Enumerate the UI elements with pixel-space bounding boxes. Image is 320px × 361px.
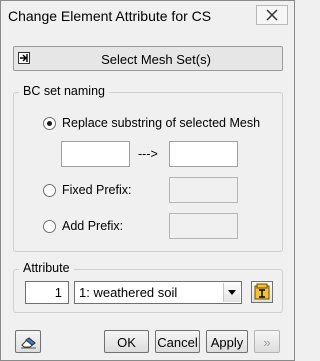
replace-from-input[interactable] bbox=[61, 141, 130, 167]
fixed-prefix-input[interactable] bbox=[169, 177, 238, 203]
fixed-prefix-radio[interactable] bbox=[43, 184, 56, 197]
dialog-window: Change Element Attribute for CS Select M… bbox=[0, 0, 295, 361]
add-prefix-radio[interactable] bbox=[43, 220, 56, 233]
add-prefix-input[interactable] bbox=[169, 213, 238, 239]
add-prefix-label: Add Prefix: bbox=[62, 219, 124, 233]
attribute-table-button[interactable] bbox=[251, 281, 273, 303]
close-button[interactable] bbox=[256, 5, 288, 25]
eraser-icon bbox=[21, 337, 36, 349]
eraser-button[interactable] bbox=[15, 330, 41, 353]
table-icon bbox=[254, 283, 270, 300]
bc-set-naming-label: BC set naming bbox=[19, 84, 109, 98]
title-bar: Change Element Attribute for CS bbox=[1, 1, 294, 31]
attribute-select[interactable]: 1: weathered soil bbox=[74, 281, 242, 304]
chevron-down-icon[interactable] bbox=[223, 283, 240, 302]
select-mesh-button[interactable]: Select Mesh Set(s) bbox=[13, 46, 283, 71]
attribute-number-input[interactable]: 1 bbox=[25, 281, 69, 304]
more-label: » bbox=[263, 335, 271, 350]
fixed-prefix-label: Fixed Prefix: bbox=[62, 183, 132, 197]
select-mesh-label: Select Mesh Set(s) bbox=[101, 52, 211, 67]
attribute-select-value: 1: weathered soil bbox=[79, 285, 178, 300]
replace-to-input[interactable] bbox=[169, 141, 238, 167]
window-title: Change Element Attribute for CS bbox=[8, 8, 212, 24]
replace-substring-label: Replace substring of selected Mesh bbox=[62, 116, 261, 130]
close-icon bbox=[266, 9, 278, 21]
apply-button[interactable]: Apply bbox=[206, 330, 248, 353]
cancel-button[interactable]: Cancel bbox=[155, 330, 200, 353]
ok-label: OK bbox=[117, 335, 136, 350]
more-button[interactable]: » bbox=[254, 330, 280, 353]
ok-button[interactable]: OK bbox=[104, 330, 149, 353]
attribute-group-label: Attribute bbox=[19, 261, 74, 275]
replace-substring-radio[interactable] bbox=[43, 117, 56, 130]
apply-label: Apply bbox=[210, 335, 244, 350]
replace-arrow: ---> bbox=[138, 147, 158, 161]
cancel-label: Cancel bbox=[157, 335, 198, 350]
